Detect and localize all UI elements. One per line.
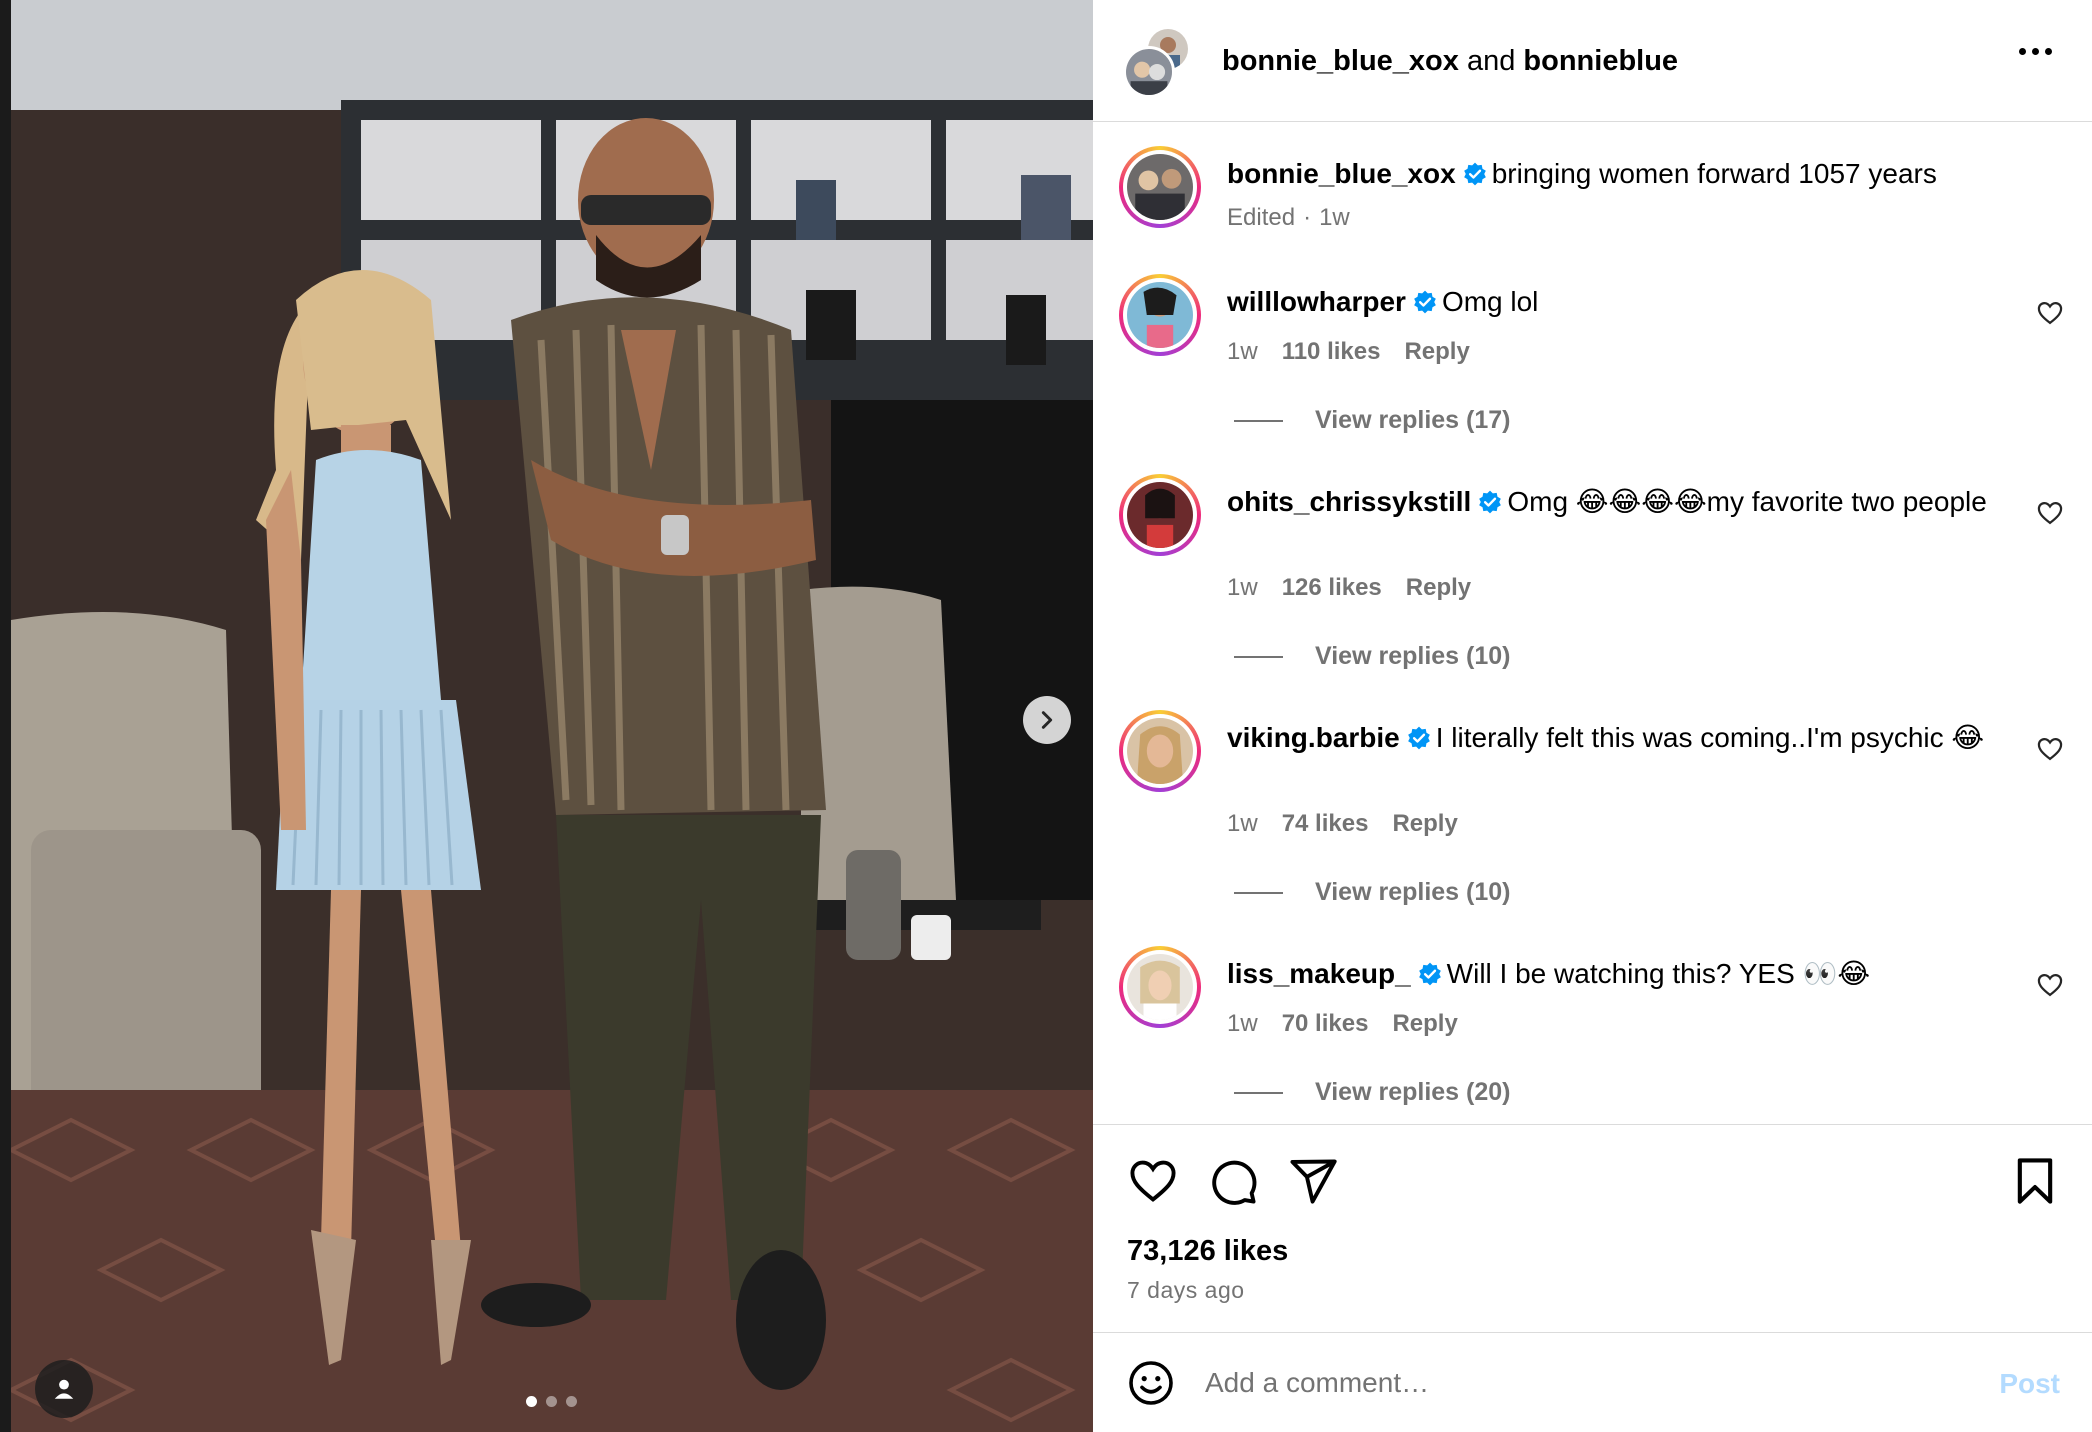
verified-badge-icon bbox=[1463, 162, 1486, 186]
comments-list: bonnie_blue_xox bringing women forward 10… bbox=[1093, 122, 2092, 1124]
post-header: bonnie_blue_xox and bonnieblue bbox=[1093, 0, 2092, 122]
more-options-button[interactable] bbox=[2019, 48, 2052, 55]
comment-time[interactable]: 1w bbox=[1227, 810, 1258, 838]
comment-avatar[interactable] bbox=[1119, 274, 1201, 356]
caption-body: bringing women forward 1057 years bbox=[1491, 158, 1937, 189]
bookmark-icon[interactable] bbox=[2009, 1155, 2061, 1207]
comment-text: viking.barbie I literally felt this was c… bbox=[1227, 720, 2007, 756]
post-details-panel: bonnie_blue_xox and bonnieblue bonnie_bl… bbox=[1093, 0, 2092, 1432]
comment-composer: Post bbox=[1093, 1332, 2092, 1432]
comment-likes[interactable]: 74 likes bbox=[1282, 810, 1369, 838]
comment-avatar[interactable] bbox=[1119, 474, 1201, 556]
post-media bbox=[0, 0, 1093, 1432]
post-actions: 73,126 likes 7 days ago bbox=[1093, 1124, 2092, 1332]
comment-meta: 1w 110 likes Reply bbox=[1227, 338, 1470, 366]
comment-body: Omg 😂😂😂😂my favorite two people bbox=[1507, 486, 1987, 517]
caption-text: bonnie_blue_xox bringing women forward 10… bbox=[1227, 156, 2007, 192]
post-authors: bonnie_blue_xox and bonnieblue bbox=[1222, 45, 1678, 77]
view-replies-label: View replies (10) bbox=[1315, 878, 1511, 906]
comment-likes[interactable]: 110 likes bbox=[1282, 338, 1381, 366]
comment-meta: 1w 126 likes Reply bbox=[1227, 574, 1471, 602]
comment-body: I literally felt this was coming..I'm ps… bbox=[1435, 722, 1985, 753]
comment-meta: 1w 70 likes Reply bbox=[1227, 1010, 1458, 1038]
verified-badge-icon bbox=[1407, 726, 1430, 750]
comment-text: ohits_chrissykstill Omg 😂😂😂😂my favorite t… bbox=[1227, 484, 1987, 520]
comment-text: liss_makeup_ Will I be watching this? YES… bbox=[1227, 956, 2007, 992]
view-replies-label: View replies (20) bbox=[1315, 1078, 1511, 1106]
avatar bbox=[1123, 46, 1175, 98]
comment-username[interactable]: liss_makeup_ bbox=[1227, 958, 1411, 989]
comment-username[interactable]: ohits_chrissykstill bbox=[1227, 486, 1471, 517]
comment-likes[interactable]: 126 likes bbox=[1282, 574, 1382, 602]
post-photo[interactable] bbox=[11, 0, 1093, 1432]
heart-icon[interactable] bbox=[1127, 1155, 1179, 1207]
caption-time[interactable]: 1w bbox=[1319, 204, 1350, 232]
verified-badge-icon bbox=[1414, 290, 1436, 314]
caption-avatar[interactable] bbox=[1119, 146, 1201, 228]
comment-input[interactable] bbox=[1205, 1353, 1965, 1413]
carousel-dot bbox=[546, 1396, 557, 1407]
emoji-icon[interactable] bbox=[1127, 1359, 1175, 1407]
comment-avatar[interactable] bbox=[1119, 710, 1201, 792]
view-replies-button[interactable]: View replies (10) bbox=[1234, 878, 1510, 907]
caption-username[interactable]: bonnie_blue_xox bbox=[1227, 158, 1456, 189]
author-username[interactable]: bonnieblue bbox=[1523, 45, 1678, 77]
next-photo-button[interactable] bbox=[1023, 696, 1071, 744]
view-replies-button[interactable]: View replies (20) bbox=[1234, 1078, 1510, 1107]
carousel-dot bbox=[566, 1396, 577, 1407]
comment-time[interactable]: 1w bbox=[1227, 338, 1258, 366]
post-timestamp[interactable]: 7 days ago bbox=[1127, 1277, 1245, 1304]
comment-body: Omg lol bbox=[1441, 286, 1539, 317]
carousel-indicator bbox=[526, 1396, 577, 1407]
share-icon[interactable] bbox=[1287, 1155, 1339, 1207]
view-replies-label: View replies (10) bbox=[1315, 642, 1511, 670]
reply-button[interactable]: Reply bbox=[1392, 1010, 1457, 1038]
reply-button[interactable]: Reply bbox=[1392, 810, 1457, 838]
chevron-right-icon bbox=[1041, 711, 1053, 729]
photo-illustration bbox=[11, 0, 1093, 1432]
comment-time[interactable]: 1w bbox=[1227, 574, 1258, 602]
caption-meta: Edited · 1w bbox=[1227, 204, 1350, 232]
comment-username[interactable]: willlowharper bbox=[1227, 286, 1406, 317]
comment-icon[interactable] bbox=[1207, 1155, 1259, 1207]
verified-badge-icon bbox=[1418, 962, 1441, 986]
comment-likes[interactable]: 70 likes bbox=[1282, 1010, 1369, 1038]
view-replies-label: View replies (17) bbox=[1315, 406, 1511, 434]
more-icon bbox=[2019, 48, 2026, 55]
view-replies-button[interactable]: View replies (17) bbox=[1234, 406, 1510, 435]
comment-username[interactable]: viking.barbie bbox=[1227, 722, 1400, 753]
reply-button[interactable]: Reply bbox=[1406, 574, 1471, 602]
author-joiner: and bbox=[1466, 45, 1516, 77]
user-tag-icon bbox=[54, 1379, 74, 1399]
edited-label: Edited bbox=[1227, 204, 1296, 231]
heart-icon[interactable] bbox=[2036, 735, 2064, 763]
carousel-dot bbox=[526, 1396, 537, 1407]
comment-meta: 1w 74 likes Reply bbox=[1227, 810, 1458, 838]
heart-icon[interactable] bbox=[2036, 971, 2064, 999]
comment-text: willlowharper Omg lol bbox=[1227, 284, 2007, 320]
heart-icon[interactable] bbox=[2036, 299, 2064, 327]
collab-avatars[interactable] bbox=[1123, 26, 1193, 98]
comment-body: Will I be watching this? YES 👀😂 bbox=[1446, 958, 1871, 989]
verified-badge-icon bbox=[1479, 490, 1502, 514]
comment-time[interactable]: 1w bbox=[1227, 1010, 1258, 1038]
post-comment-button[interactable]: Post bbox=[1999, 1368, 2060, 1400]
author-username[interactable]: bonnie_blue_xox bbox=[1222, 45, 1459, 77]
heart-icon[interactable] bbox=[2036, 499, 2064, 527]
meta-separator: · bbox=[1303, 204, 1312, 231]
comment-avatar[interactable] bbox=[1119, 946, 1201, 1028]
likes-count[interactable]: 73,126 likes bbox=[1127, 1235, 1288, 1268]
reply-button[interactable]: Reply bbox=[1404, 338, 1469, 366]
view-replies-button[interactable]: View replies (10) bbox=[1234, 642, 1510, 671]
tagged-users-button[interactable] bbox=[35, 1360, 93, 1418]
